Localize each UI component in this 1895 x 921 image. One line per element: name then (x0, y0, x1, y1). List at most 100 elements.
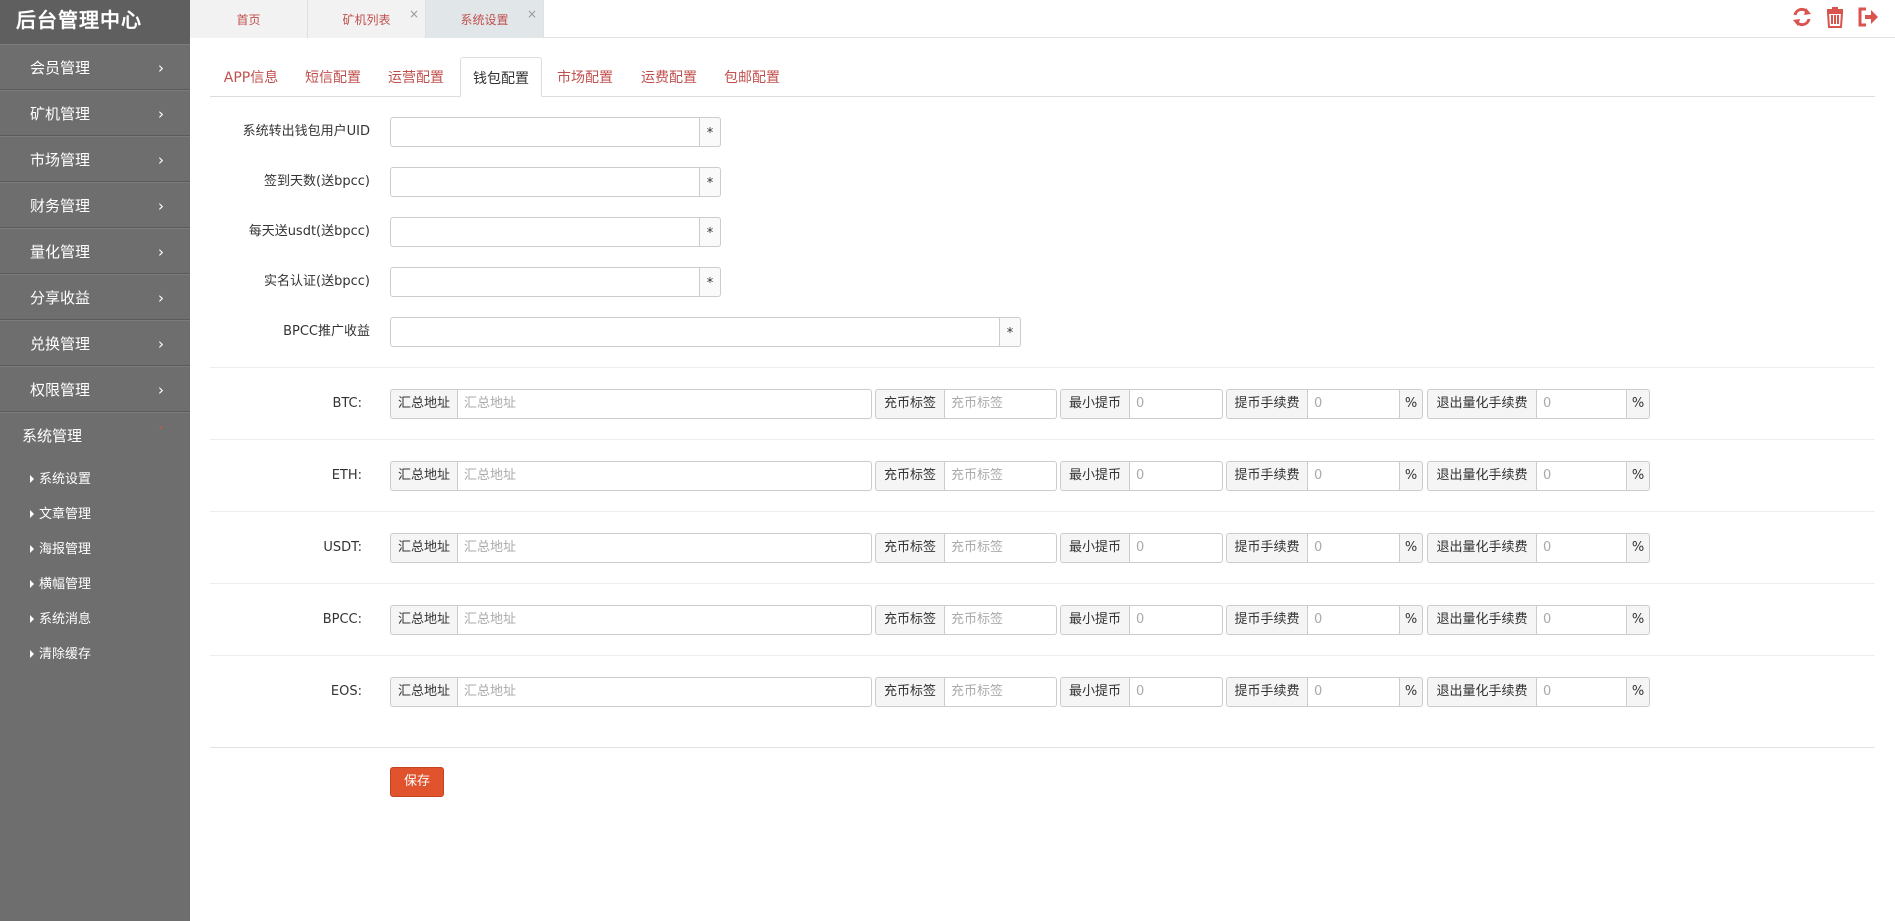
address-input[interactable]: 汇总地址 (458, 605, 872, 635)
sidebar-item-market[interactable]: 市场管理 › (0, 136, 190, 182)
fee-input[interactable]: 0 (1308, 677, 1400, 707)
save-button[interactable]: 保存 (390, 767, 444, 797)
caret-right-icon (30, 509, 34, 518)
tag-input[interactable]: 充币标签 (945, 605, 1057, 635)
min-withdraw-input[interactable]: 0 (1130, 389, 1223, 419)
field-label: BPCC推广收益 (283, 324, 370, 339)
fee-input[interactable]: 0 (1308, 389, 1400, 419)
sidebar-item-miners[interactable]: 矿机管理 › (0, 90, 190, 136)
fee-input[interactable]: 0 (1308, 605, 1400, 635)
sidebar-subitem-label: 文章管理 (39, 507, 92, 522)
tab-home[interactable]: 首页 (190, 0, 308, 38)
tag-input[interactable]: 充币标签 (945, 533, 1057, 563)
tab-wallet-config[interactable]: 钱包配置 (460, 57, 542, 97)
sidebar-item-members[interactable]: 会员管理 › (0, 44, 190, 90)
tab-miner-list[interactable]: 矿机列表 × (308, 0, 426, 38)
close-icon[interactable]: × (527, 0, 537, 34)
sidebar-subitem-messages[interactable]: 系统消息 (0, 602, 190, 637)
fee-input[interactable]: 0 (1308, 461, 1400, 491)
sidebar-subitem-banners[interactable]: 横幅管理 (0, 567, 190, 602)
sidebar-item-exchange[interactable]: 兑换管理 › (0, 320, 190, 366)
logout-icon[interactable] (1857, 6, 1879, 28)
quant-exit-fee-addon: 退出量化手续费 (1427, 605, 1537, 635)
checkin-days-input[interactable] (390, 167, 700, 197)
min-withdraw-input[interactable]: 0 (1130, 461, 1223, 491)
tab-app-info[interactable]: APP信息 (210, 57, 292, 97)
sidebar-item-label: 分享收益 (30, 289, 91, 307)
tag-input[interactable]: 充币标签 (945, 461, 1057, 491)
sidebar-item-share-income[interactable]: 分享收益 › (0, 274, 190, 320)
trash-icon[interactable] (1824, 6, 1846, 28)
sidebar-item-finance[interactable]: 财务管理 › (0, 182, 190, 228)
quant-exit-fee-input[interactable]: 0 (1537, 533, 1627, 563)
address-input[interactable]: 汇总地址 (458, 677, 872, 707)
form-row: 系统转出钱包用户UID * (210, 117, 1875, 147)
address-input[interactable]: 汇总地址 (458, 461, 872, 491)
fee-input[interactable]: 0 (1308, 533, 1400, 563)
caret-right-icon (30, 474, 34, 483)
sidebar: 后台管理中心 会员管理 › 矿机管理 › 市场管理 › 财务管理 › 量化管理 › 分享收… (0, 0, 190, 921)
field-label: 实名认证(送bpcc) (264, 274, 370, 289)
coin-label: ETH: (331, 468, 362, 483)
address-input[interactable]: 汇总地址 (458, 389, 872, 419)
tab-market-config[interactable]: 市场配置 (544, 57, 626, 97)
main-content: APP信息 短信配置 运营配置 钱包配置 市场配置 运费配置 包邮配置 系统转出… (210, 57, 1875, 797)
form-row: BPCC推广收益 * (210, 317, 1875, 347)
fee-addon: 提币手续费 (1226, 461, 1308, 491)
sidebar-subitem-clear-cache[interactable]: 清除缓存 (0, 637, 190, 672)
required-marker: * (700, 117, 721, 147)
tag-input[interactable]: 充币标签 (945, 389, 1057, 419)
address-addon: 汇总地址 (390, 533, 458, 563)
tab-label: 钱包配置 (473, 71, 529, 87)
quant-exit-fee-input[interactable]: 0 (1537, 605, 1627, 635)
tab-system-settings[interactable]: 系统设置 × (426, 0, 544, 38)
quant-exit-fee-addon: 退出量化手续费 (1427, 533, 1537, 563)
sidebar-submenu: 系统设置 文章管理 海报管理 横幅管理 系统消息 清除缓存 (0, 458, 190, 672)
tab-sms-config[interactable]: 短信配置 (292, 57, 374, 97)
sidebar-item-permissions[interactable]: 权限管理 › (0, 366, 190, 412)
percent-addon: % (1626, 605, 1650, 635)
tab-free-shipping-config[interactable]: 包邮配置 (710, 57, 794, 97)
tab-label: 短信配置 (305, 70, 361, 86)
sidebar-subitem-articles[interactable]: 文章管理 (0, 497, 190, 532)
tag-addon: 充币标签 (875, 605, 945, 635)
sidebar-item-system[interactable]: 系统管理 ˇ (0, 412, 190, 458)
min-withdraw-addon: 最小提币 (1060, 461, 1130, 491)
quant-exit-fee-input[interactable]: 0 (1537, 389, 1627, 419)
bpcc-promotion-income-input[interactable] (390, 317, 1000, 347)
sidebar-subitem-label: 系统设置 (39, 472, 92, 487)
sidebar-item-label: 市场管理 (30, 151, 91, 169)
percent-addon: % (1399, 533, 1423, 563)
field-label: 系统转出钱包用户UID (242, 124, 370, 139)
tab-operation-config[interactable]: 运营配置 (374, 57, 458, 97)
min-withdraw-input[interactable]: 0 (1130, 605, 1223, 635)
sidebar-subitem-posters[interactable]: 海报管理 (0, 532, 190, 567)
close-icon[interactable]: × (409, 0, 419, 34)
sidebar-item-quant[interactable]: 量化管理 › (0, 228, 190, 274)
fee-addon: 提币手续费 (1226, 389, 1308, 419)
brand-title: 后台管理中心 (0, 0, 190, 44)
quant-exit-fee-input[interactable]: 0 (1537, 461, 1627, 491)
chevron-right-icon: › (158, 381, 164, 399)
min-withdraw-input[interactable]: 0 (1130, 677, 1223, 707)
tag-input[interactable]: 充币标签 (945, 677, 1057, 707)
chevron-right-icon: › (158, 105, 164, 123)
realname-auth-input[interactable] (390, 267, 700, 297)
sidebar-subitem-label: 横幅管理 (39, 577, 92, 592)
daily-usdt-input[interactable] (390, 217, 700, 247)
quant-exit-fee-input[interactable]: 0 (1537, 677, 1627, 707)
sidebar-subitem-system-settings[interactable]: 系统设置 (0, 462, 190, 497)
caret-right-icon (30, 544, 34, 553)
address-input[interactable]: 汇总地址 (458, 533, 872, 563)
sidebar-subitem-label: 清除缓存 (39, 647, 92, 662)
chevron-right-icon: › (158, 197, 164, 215)
quant-exit-fee-addon: 退出量化手续费 (1427, 389, 1537, 419)
refresh-icon[interactable] (1791, 6, 1813, 28)
tab-shipping-config[interactable]: 运费配置 (628, 57, 710, 97)
sidebar-item-label: 兑换管理 (30, 335, 91, 353)
address-addon: 汇总地址 (390, 605, 458, 635)
min-withdraw-input[interactable]: 0 (1130, 533, 1223, 563)
form-row: 签到天数(送bpcc) * (210, 167, 1875, 197)
system-wallet-uid-input[interactable] (390, 117, 700, 147)
quant-exit-fee-addon: 退出量化手续费 (1427, 461, 1537, 491)
